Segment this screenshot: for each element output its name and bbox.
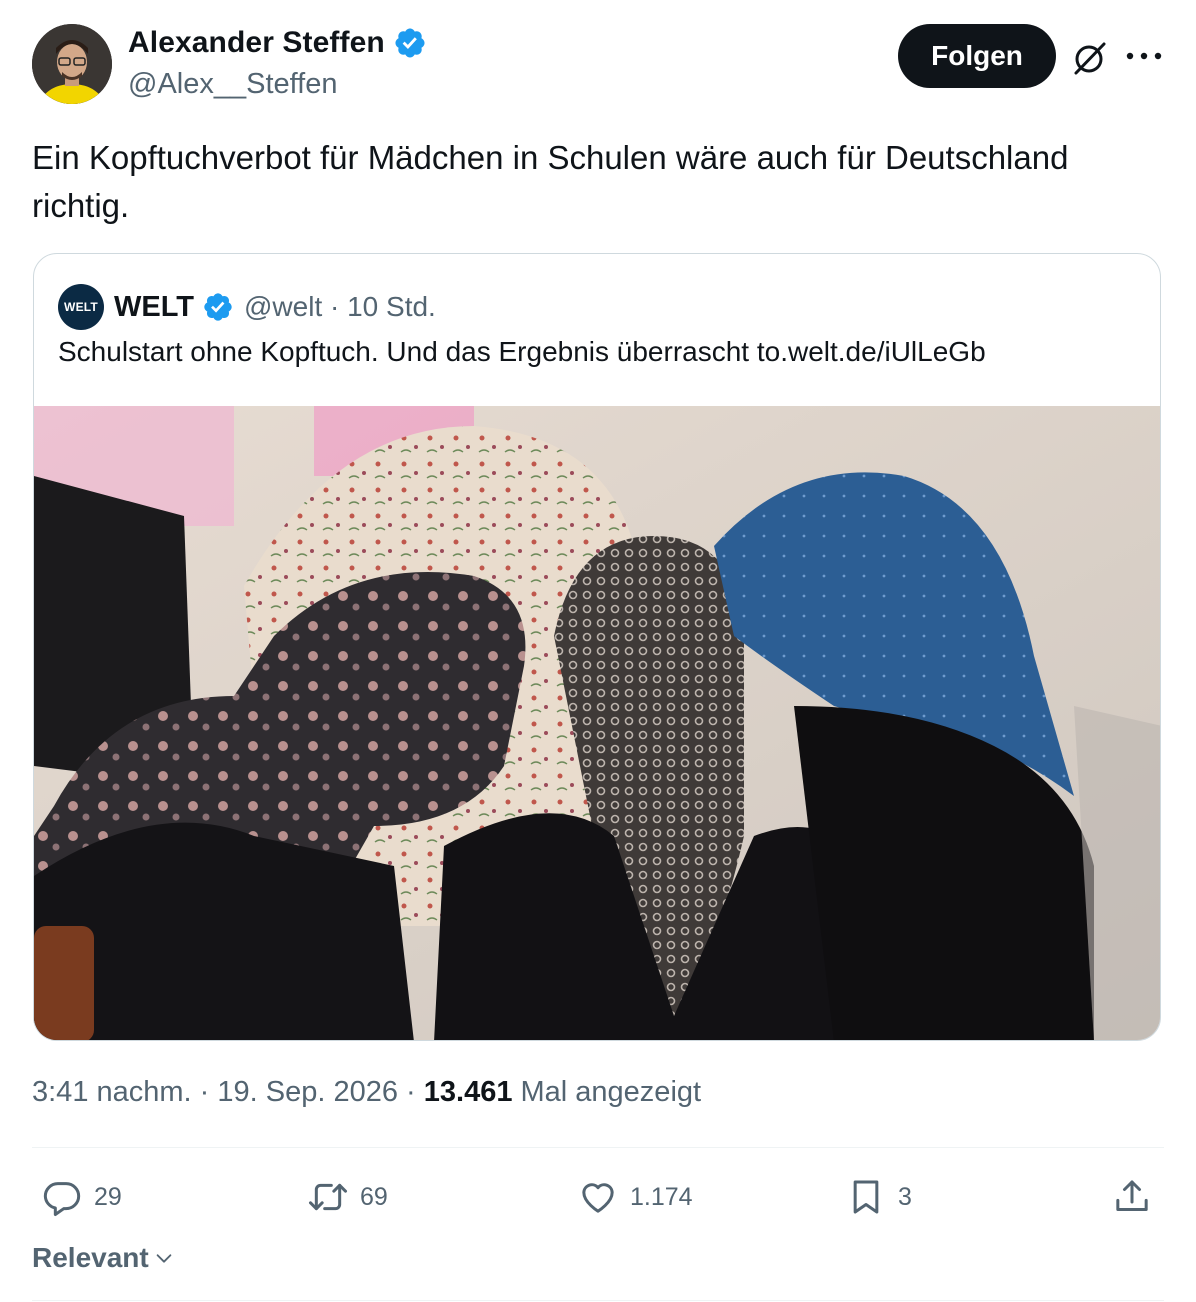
author-name[interactable]: Alexander Steffen [128, 26, 427, 60]
author-name-label: Alexander Steffen [128, 26, 385, 59]
divider [32, 1147, 1164, 1148]
share-icon [1116, 1180, 1148, 1211]
reply-icon [43, 1182, 81, 1216]
follow-button[interactable]: Folgen [898, 24, 1056, 88]
view-count: 13.461 [423, 1076, 513, 1108]
author-handle[interactable]: @Alex__Steffen [128, 68, 338, 101]
verified-badge-icon [204, 293, 232, 321]
tweet-meta: 3:41 nachm. · 19. Sep. 2026 · 13.461 Mal… [32, 1076, 701, 1109]
repost-count: 69 [360, 1182, 388, 1211]
view-count-suffix: Mal angezeigt [512, 1076, 702, 1108]
tweet-text: Ein Kopftuchverbot für Mädchen in Schule… [32, 139, 1069, 224]
sort-replies-dropdown[interactable]: Relevant [32, 1242, 175, 1274]
chevron-down-icon [156, 1254, 172, 1263]
sort-label: Relevant [32, 1242, 149, 1273]
grok-icon[interactable] [1070, 38, 1110, 78]
quoted-tweet-header: WELT WELT @welt · 10 Std. [58, 284, 436, 330]
quoted-tweet-text: Schulstart ohne Kopftuch. Und das Ergebn… [58, 336, 986, 367]
photo-headscarves-icon [34, 406, 1160, 1040]
verified-badge-icon [395, 28, 425, 58]
repost-icon [309, 1183, 347, 1211]
quoted-author-handle[interactable]: @welt · 10 Std. [244, 291, 436, 323]
welt-logo[interactable]: WELT [58, 284, 104, 330]
quoted-author-name[interactable]: WELT [114, 291, 194, 324]
bookmark-button[interactable]: 3 [846, 1174, 912, 1220]
reply-button[interactable]: 29 [42, 1174, 122, 1220]
quoted-tweet[interactable]: WELT WELT @welt · 10 Std. Schulstart ohn… [33, 253, 1161, 1041]
bookmark-icon [853, 1180, 879, 1214]
reply-count: 29 [94, 1182, 122, 1211]
like-button[interactable]: 1.174 [578, 1174, 693, 1220]
tweet-timestamp[interactable]: 3:41 nachm. · 19. Sep. 2026 · [32, 1076, 424, 1108]
like-count: 1.174 [630, 1182, 693, 1211]
bookmark-count: 3 [898, 1182, 912, 1211]
heart-icon [582, 1183, 614, 1213]
quoted-tweet-image[interactable] [34, 406, 1160, 1040]
repost-button[interactable]: 69 [308, 1174, 388, 1220]
more-options-icon[interactable] [1122, 42, 1166, 70]
author-avatar[interactable] [32, 24, 112, 104]
share-button[interactable] [1112, 1174, 1152, 1220]
divider [32, 1300, 1164, 1301]
avatar-portrait-icon [32, 24, 112, 104]
